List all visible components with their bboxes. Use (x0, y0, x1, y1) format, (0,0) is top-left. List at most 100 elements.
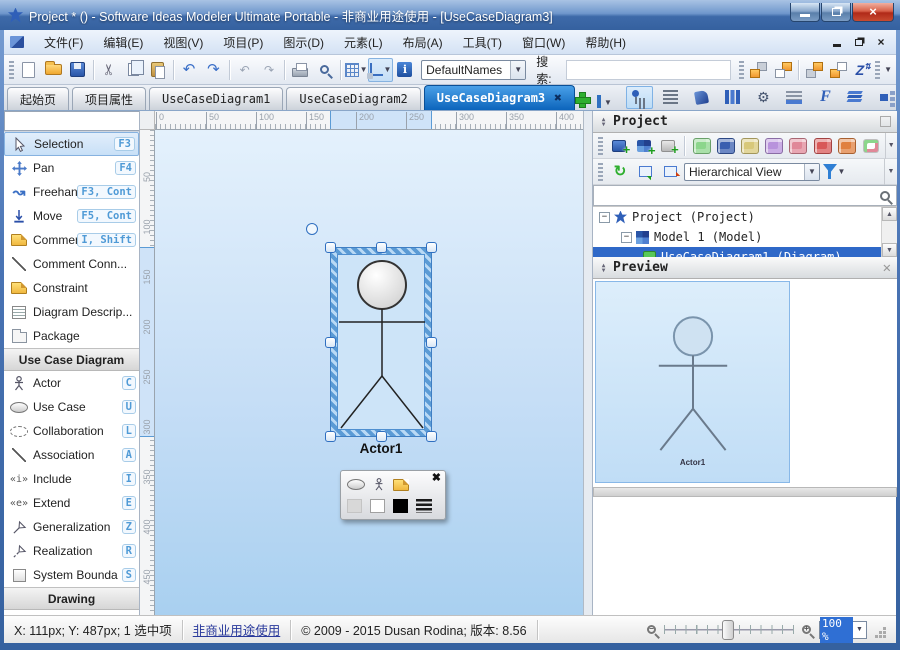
toolbar-grip[interactable] (9, 61, 14, 79)
menu-element[interactable]: 元素(L) (334, 31, 393, 54)
toolbar-grip[interactable] (598, 163, 603, 181)
view-mode-combo[interactable]: Hierarchical View ▼ (684, 163, 820, 181)
tool-collaboration[interactable]: Collaboration L (4, 419, 139, 443)
close-button[interactable]: × (852, 3, 894, 22)
menu-project[interactable]: 项目(P) (213, 31, 273, 54)
mdi-minimize-button[interactable] (826, 33, 848, 51)
undo-button[interactable]: ↶ (177, 58, 201, 82)
comment-shape-icon[interactable] (393, 479, 409, 491)
tool-include[interactable]: «i» Include I (4, 467, 139, 491)
palette-search-input[interactable] (4, 111, 140, 131)
tree-scrollbar[interactable]: ▲ ▼ (881, 207, 897, 257)
new-package-diagram-button[interactable] (836, 135, 857, 157)
diagram-canvas[interactable]: Actor1 ✖ (155, 130, 583, 615)
new-flowchart-button[interactable] (860, 135, 881, 157)
line-style-icon[interactable] (416, 499, 432, 513)
toolbar-overflow-icon[interactable]: ▼ (885, 133, 898, 159)
resize-handle-nw[interactable] (325, 242, 336, 253)
default-names-combo[interactable]: DefaultNames ▼ (421, 60, 526, 80)
new-button[interactable] (17, 58, 41, 82)
new-class-diagram-button[interactable] (715, 135, 736, 157)
fill-color-gray-swatch[interactable] (347, 499, 362, 513)
float-panel-icon[interactable] (880, 116, 891, 127)
resize-handle-w[interactable] (325, 337, 336, 348)
tab-start-page[interactable]: 起始页 (7, 87, 69, 110)
print-preview-button[interactable] (313, 58, 337, 82)
print-button[interactable] (288, 58, 312, 82)
refresh-button[interactable]: ↻ (609, 161, 631, 183)
resize-handle-e[interactable] (426, 337, 437, 348)
paste-button[interactable] (146, 58, 170, 82)
canvas-vertical-scrollbar[interactable] (583, 111, 592, 615)
menu-file[interactable]: 文件(F) (34, 31, 93, 54)
toolbar-search-input[interactable] (566, 60, 731, 80)
menu-layout[interactable]: 布局(A) (393, 31, 453, 54)
toolbar-grip[interactable] (598, 137, 603, 155)
close-panel-icon[interactable]: ✕ (883, 260, 891, 276)
tool-freehand[interactable]: ↝ Freehand F3, Cont (4, 180, 139, 204)
styles-panel-button[interactable] (688, 86, 715, 109)
tool-constraint[interactable]: Constraint (4, 276, 139, 300)
preview-panel-header[interactable]: ▲▼ Preview ✕ (593, 257, 897, 279)
collapse-expand-icon[interactable]: ▲▼ (599, 263, 608, 273)
project-search-input[interactable] (593, 185, 873, 206)
use-case-shape-icon[interactable] (347, 479, 365, 490)
close-icon[interactable]: ✖ (432, 471, 441, 484)
layers-panel-button[interactable] (843, 86, 870, 109)
actor-shape[interactable] (337, 254, 425, 430)
rotation-handle[interactable] (306, 223, 318, 235)
resize-handle-s[interactable] (376, 431, 387, 442)
resize-handle-sw[interactable] (325, 431, 336, 442)
combo-dropdown-icon[interactable]: ▼ (853, 626, 866, 633)
tool-diagram-description[interactable]: Diagram Descrip... (4, 300, 139, 324)
add-diagram-tab-button[interactable] (575, 88, 589, 110)
tool-move[interactable]: Move F5, Cont (4, 204, 139, 228)
resize-handle-ne[interactable] (426, 242, 437, 253)
zoom-out-icon[interactable]: − (647, 625, 656, 634)
tree-item-project[interactable]: − Project (Project) (593, 207, 897, 227)
new-use-case-diagram-button[interactable] (691, 135, 712, 157)
scroll-down-icon[interactable]: ▼ (882, 243, 897, 257)
zoom-in-icon[interactable]: + (802, 625, 811, 634)
tree-item-usecasediagram1[interactable]: UseCaseDiagram1 (Diagram) (593, 247, 897, 257)
window-list-dropdown-icon[interactable]: ▼ (604, 98, 612, 107)
new-component-diagram-button[interactable] (740, 135, 761, 157)
redo-button[interactable]: ↷ (201, 58, 225, 82)
resize-handle-se[interactable] (426, 431, 437, 442)
tab-usecasediagram3[interactable]: UseCaseDiagram3 ✖ (424, 85, 575, 110)
license-link[interactable]: 非商业用途使用 (193, 620, 281, 639)
expand-all-button[interactable] (634, 161, 656, 183)
documentation-panel-button[interactable] (657, 86, 684, 109)
z-order-button[interactable]: Z⇅ (851, 58, 875, 82)
menu-edit[interactable]: 编辑(E) (93, 31, 153, 54)
tool-association[interactable]: Association A (4, 443, 139, 467)
properties-panel-button[interactable] (781, 86, 808, 109)
settings-panel-button[interactable]: ⚙ (750, 86, 777, 109)
combo-dropdown-button[interactable]: ▼ (510, 61, 525, 79)
menu-diagram[interactable]: 图示(D) (273, 31, 334, 54)
undo-history-button[interactable]: ↶ (233, 58, 257, 82)
tool-use-case[interactable]: Use Case U (4, 395, 139, 419)
menu-tools[interactable]: 工具(T) (453, 31, 512, 54)
bring-to-front-button[interactable] (747, 58, 771, 82)
add-project-button[interactable] (609, 135, 630, 157)
add-diagram-button[interactable] (657, 135, 678, 157)
tree-item-model[interactable]: − Model 1 (Model) (593, 227, 897, 247)
toolbar-grip[interactable] (875, 61, 880, 79)
tab-project-properties[interactable]: 项目属性 (72, 87, 146, 110)
zoom-slider-thumb[interactable] (722, 620, 734, 640)
tab-usecasediagram1[interactable]: UseCaseDiagram1 (149, 87, 283, 110)
fill-color-white-swatch[interactable] (370, 499, 385, 513)
tool-package[interactable]: Package (4, 324, 139, 348)
resize-handle-n[interactable] (376, 242, 387, 253)
toolbar-overflow-icon[interactable]: ▼ (884, 65, 892, 74)
close-tab-icon[interactable]: ✖ (554, 91, 562, 106)
preview-divider[interactable] (593, 487, 897, 497)
tool-realization[interactable]: Realization R (4, 539, 139, 563)
menu-help[interactable]: 帮助(H) (575, 31, 636, 54)
collapse-node-icon[interactable]: − (621, 232, 632, 243)
diagram-map-panel-button[interactable] (874, 86, 900, 109)
tool-actor[interactable]: Actor C (4, 371, 139, 395)
section-drawing[interactable]: Drawing (4, 587, 139, 610)
open-button[interactable] (41, 58, 65, 82)
